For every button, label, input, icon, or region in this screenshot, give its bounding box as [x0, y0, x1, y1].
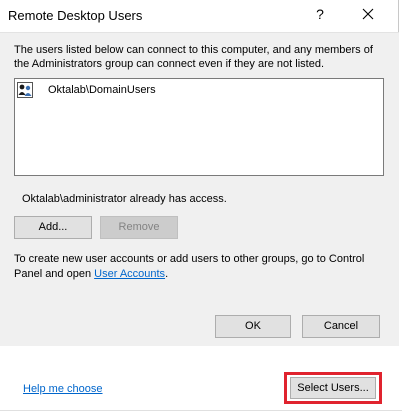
user-group-icon [17, 82, 33, 98]
select-users-button[interactable]: Select Users... [290, 377, 376, 399]
remote-desktop-users-dialog: Remote Desktop Users ? The users listed … [0, 0, 399, 346]
cancel-button[interactable]: Cancel [302, 315, 380, 338]
description-text: The users listed below can connect to th… [14, 44, 373, 70]
title-bar: Remote Desktop Users ? [0, 0, 399, 30]
info-text: To create new user accounts or add users… [14, 252, 386, 282]
help-me-choose-link[interactable]: Help me choose [23, 383, 103, 395]
access-text: Oktalab\administrator already has access… [22, 193, 227, 205]
user-name: Oktalab\DomainUsers [48, 84, 156, 96]
dialog-title: Remote Desktop Users [8, 8, 143, 23]
user-list[interactable]: Oktalab\DomainUsers [14, 78, 384, 176]
user-accounts-link[interactable]: User Accounts [94, 268, 165, 280]
select-users-highlight: Select Users... [284, 372, 382, 404]
add-button[interactable]: Add... [14, 216, 92, 239]
close-icon [362, 8, 374, 20]
info-prefix: To create new user accounts or add users… [14, 253, 365, 280]
close-button[interactable] [350, 1, 386, 27]
info-suffix: . [165, 268, 169, 280]
divider [0, 410, 402, 411]
help-button[interactable]: ? [305, 3, 335, 25]
remove-button[interactable]: Remove [100, 216, 178, 239]
dialog-body: The users listed below can connect to th… [0, 32, 399, 346]
ok-button[interactable]: OK [215, 315, 291, 338]
